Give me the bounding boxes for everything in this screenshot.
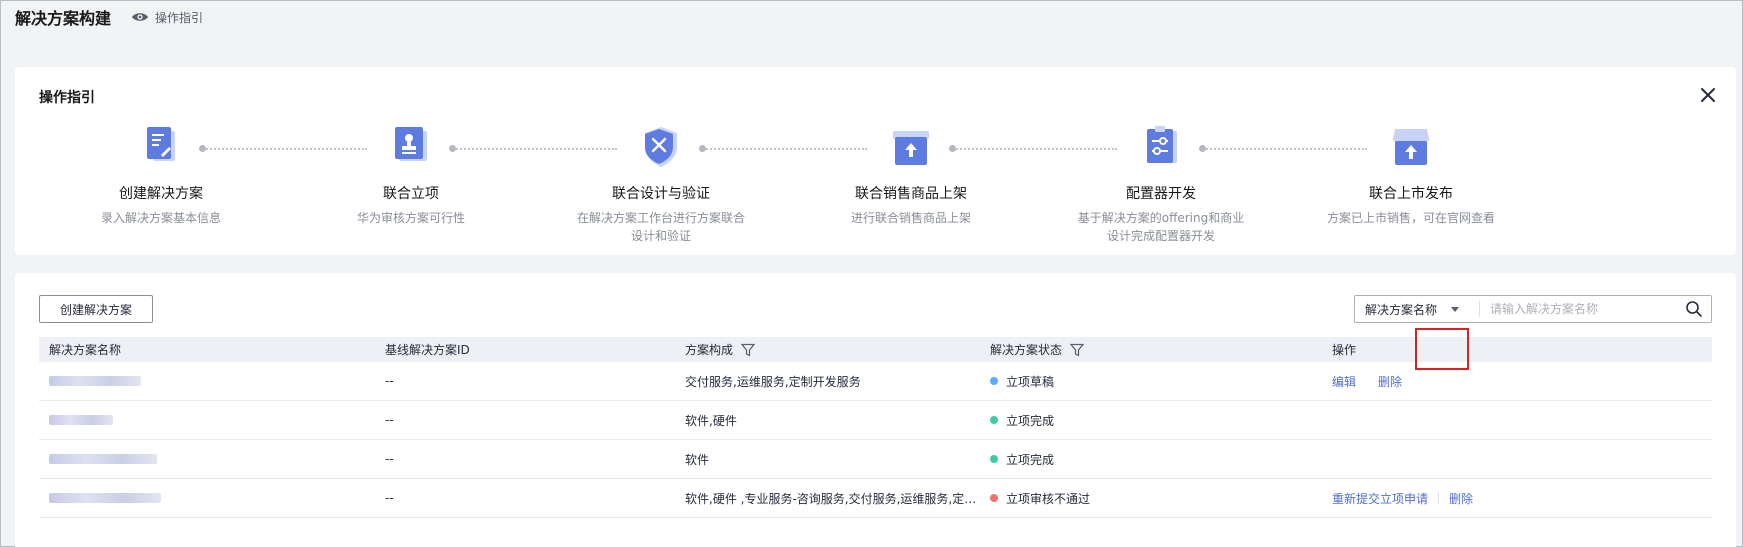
guide-steps: 创建解决方案 录入解决方案基本信息 联合立项 华为审核方案可行性 联合设计与验证 — [15, 125, 1736, 245]
step-desc: 华为审核方案可行性 — [356, 211, 465, 225]
eye-icon — [132, 13, 149, 21]
status-dot — [990, 455, 998, 463]
column-header-name: 解决方案名称 — [39, 341, 375, 358]
step-desc: 基于解决方案的offering和商业 设计完成配置器开发 — [1061, 209, 1261, 245]
caret-down-icon — [1451, 306, 1460, 312]
store-upload-icon — [1393, 129, 1429, 165]
status-text: 立项完成 — [1006, 452, 1055, 467]
step-desc-line: 基于解决方案的offering和商业 — [1077, 211, 1245, 225]
stamp-icon — [395, 127, 427, 161]
redacted-name[interactable] — [49, 376, 141, 386]
column-header-actions: 操作 — [1322, 341, 1712, 358]
column-label: 操作 — [1332, 343, 1357, 357]
step-create-solution: 创建解决方案 录入解决方案基本信息 — [61, 125, 261, 227]
status-cell: 立项草稿 — [980, 373, 1322, 390]
solution-name-cell[interactable] — [39, 454, 375, 464]
column-header-composition: 方案构成 — [675, 341, 980, 358]
delete-link[interactable]: 删除 — [1378, 373, 1402, 390]
guide-panel: 操作指引 创建解决方案 录入解决方案基本信息 联合立项 华为审核方案可行性 联合… — [15, 67, 1736, 255]
search-field-label: 解决方案名称 — [1365, 302, 1438, 317]
step-configurator-dev: 配置器开发 基于解决方案的offering和商业 设计完成配置器开发 — [1061, 125, 1261, 245]
step-desc-line: 设计和验证 — [630, 229, 691, 243]
baseline-id-cell: -- — [385, 491, 394, 505]
guide-link-label: 操作指引 — [155, 10, 204, 25]
table-row: -- 软件,硬件 ,专业服务-咨询服务,交付服务,运维服务,定制开... 立项审… — [39, 479, 1712, 518]
composition-cell: 软件 — [685, 452, 710, 467]
solution-name-cell[interactable] — [39, 415, 375, 425]
filter-icon[interactable] — [741, 343, 756, 357]
step-desc: 方案已上市销售，可在官网查看 — [1326, 211, 1495, 225]
composition-cell: 软件,硬件 ,专业服务-咨询服务,交付服务,运维服务,定制开... — [685, 491, 980, 506]
clipboard-settings-icon — [1147, 126, 1177, 163]
redacted-name[interactable] — [49, 415, 113, 425]
solution-name-cell[interactable] — [39, 376, 375, 386]
search-field-select[interactable]: 解决方案名称 — [1355, 301, 1479, 318]
step-joint-approval: 联合立项 华为审核方案可行性 — [311, 125, 511, 227]
table-row: -- 软件,硬件 立项完成 — [39, 401, 1712, 440]
step-desc: 在解决方案工作台进行方案联合 设计和验证 — [561, 209, 761, 245]
highlight-box — [1415, 328, 1469, 370]
status-dot — [990, 377, 998, 385]
step-sales-listing: 联合销售商品上架 进行联合销售商品上架 — [811, 125, 1011, 227]
baseline-id-cell: -- — [385, 413, 394, 427]
status-cell: 立项完成 — [980, 451, 1322, 468]
column-header-baseline-id: 基线解决方案ID — [375, 341, 675, 358]
redacted-name[interactable] — [49, 454, 157, 464]
guide-link[interactable]: 操作指引 — [131, 9, 203, 26]
page-header: 解决方案构建 操作指引 — [15, 3, 203, 31]
step-desc: 录入解决方案基本信息 — [100, 211, 221, 225]
step-title: 联合销售商品上架 — [855, 186, 967, 202]
solution-name-cell[interactable] — [39, 493, 375, 503]
step-desc-line: 设计完成配置器开发 — [1106, 229, 1215, 243]
status-cell: 立项完成 — [980, 412, 1322, 429]
status-text: 立项完成 — [1006, 413, 1055, 428]
status-text: 立项草稿 — [1006, 374, 1055, 389]
action-divider — [1438, 492, 1440, 504]
redacted-name[interactable] — [49, 493, 161, 503]
delete-link[interactable]: 删除 — [1449, 490, 1473, 507]
status-cell: 立项审核不通过 — [980, 490, 1322, 507]
solution-list-panel: 创建解决方案 解决方案名称 解决方案名称 基线解决方案ID 方案构成 解决方案状… — [15, 273, 1736, 547]
actions-cell: 编辑 删除 — [1322, 373, 1712, 390]
step-title: 联合设计与验证 — [612, 186, 710, 202]
composition-cell: 软件,硬件 — [685, 413, 737, 428]
column-label: 基线解决方案ID — [385, 343, 470, 357]
close-icon[interactable] — [1698, 85, 1718, 105]
step-title: 配置器开发 — [1126, 186, 1196, 202]
column-header-status: 解决方案状态 — [980, 341, 1322, 358]
status-text: 立项审核不通过 — [1006, 491, 1091, 506]
step-desc-line: 在解决方案工作台进行方案联合 — [576, 211, 745, 225]
search-icon[interactable] — [1685, 300, 1703, 318]
document-edit-icon — [147, 127, 175, 161]
baseline-id-cell: -- — [385, 452, 394, 466]
column-label: 解决方案状态 — [990, 343, 1063, 357]
guide-title: 操作指引 — [39, 90, 95, 106]
edit-link[interactable]: 编辑 — [1332, 373, 1356, 390]
step-title: 联合上市发布 — [1369, 186, 1453, 202]
step-joint-design: 联合设计与验证 在解决方案工作台进行方案联合 设计和验证 — [561, 125, 761, 245]
page-title: 解决方案构建 — [15, 9, 112, 28]
step-title: 联合立项 — [383, 186, 439, 202]
step-desc: 进行联合销售商品上架 — [850, 211, 971, 225]
status-dot — [990, 494, 998, 502]
search-box: 解决方案名称 — [1354, 295, 1712, 323]
create-solution-button[interactable]: 创建解决方案 — [39, 295, 153, 323]
resubmit-approval-link[interactable]: 重新提交立项申请 — [1332, 490, 1428, 507]
search-input[interactable] — [1480, 297, 1685, 321]
table-row: -- 软件 立项完成 — [39, 440, 1712, 479]
step-title: 创建解决方案 — [119, 186, 203, 202]
status-dot — [990, 416, 998, 424]
box-upload-icon — [893, 131, 929, 165]
baseline-id-cell: -- — [385, 374, 394, 388]
shield-tools-icon — [645, 127, 677, 167]
composition-cell: 交付服务,运维服务,定制开发服务 — [685, 374, 861, 389]
filter-icon[interactable] — [1070, 343, 1085, 357]
actions-cell: 重新提交立项申请 删除 — [1322, 490, 1712, 507]
column-label: 方案构成 — [685, 343, 734, 357]
column-label: 解决方案名称 — [49, 343, 122, 357]
step-market-launch: 联合上市发布 方案已上市销售，可在官网查看 — [1311, 125, 1511, 227]
